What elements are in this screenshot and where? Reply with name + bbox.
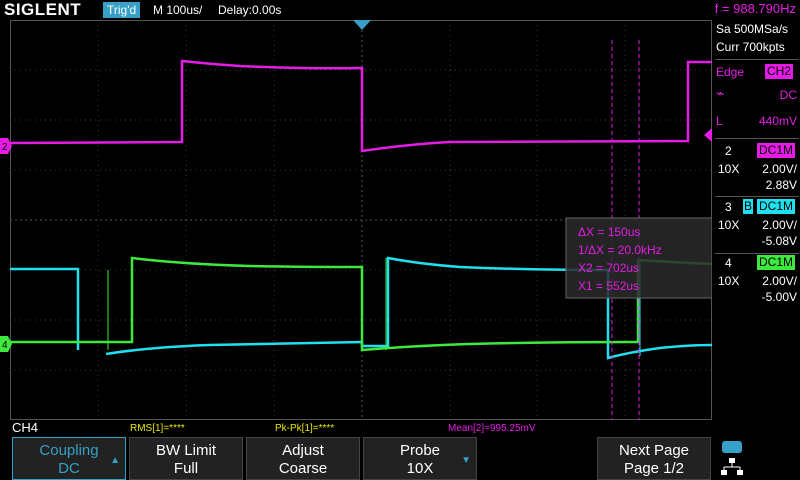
timebase-readout[interactable]: M 100us/ [153,2,202,18]
trigger-level-label: L [716,114,723,128]
measure-rms: RMS[1]=**** [130,423,185,434]
ch4-marker[interactable]: 4 [0,336,12,352]
measure-pkpk: Pk-Pk[1]=**** [275,423,335,434]
bw-limit-button[interactable]: BW Limit Full [129,437,243,480]
trigger-edge-icon: ⌁ [716,85,725,101]
menu-channel-label: CH4 [12,420,39,435]
brand-logo: SIGLENT [4,0,82,19]
ch4-coupling: DC1M [757,255,796,270]
top-status-bar: SIGLENT Trig'd M 100us/ Delay:0.00s f = … [0,0,800,20]
chevron-down-icon: ▼ [461,455,471,466]
cursor-x1-value: X1 = 552us [578,279,639,293]
trigger-coupling: DC [779,88,797,102]
network-icon [721,458,743,475]
ch3-coupling: DC1M [757,199,796,214]
ch2-marker[interactable]: 2 [0,138,12,154]
ch3-scale: 2.00V/ [762,218,797,232]
waveform-display[interactable]: ΔX = 150us 1/ΔX = 20.0kHz X2 = 702us X1 … [10,20,712,420]
cursor-inv-dx: 1/ΔX = 20.0kHz [578,243,662,257]
softkey-menu: Coupling DC ▲ BW Limit Full Adjust Coarse P… [0,437,800,480]
ch4-probe: 10X [718,274,740,288]
sample-rate: Sa 500MSa/s [716,22,789,36]
ch2-offset: 2.88V [765,178,797,192]
probe-button[interactable]: Probe 10X ▼ [363,437,477,480]
delay-readout[interactable]: Delay:0.00s [218,2,281,18]
adjust-button[interactable]: Adjust Coarse [246,437,360,480]
cursor-x2-value: X2 = 702us [578,261,639,275]
battery-icon [722,441,742,453]
cursor-dx: ΔX = 150us [578,225,640,239]
coupling-button[interactable]: Coupling DC ▲ [12,437,126,480]
ch3-bw-badge: B [743,199,754,214]
svg-text:4: 4 [2,340,8,351]
chevron-up-icon: ▲ [110,455,120,466]
ch4-number: 4 [725,256,732,270]
ch3-offset: -5.08V [761,234,797,248]
trigger-level-value: 440mV [758,114,797,128]
frequency-readout: f = 988.790Hz [714,1,796,16]
trigger-status-badge: Trig'd [103,2,141,18]
ch2-coupling: DC1M [757,143,796,158]
ch2-number: 2 [725,144,732,158]
right-info-panel: Sa 500MSa/s Curr 700kpts Edge CH2 ⌁ DC L… [713,20,800,420]
trigger-type[interactable]: Edge [716,65,744,79]
measurement-bar: CH4 RMS[1]=**** Pk-Pk[1]=**** Mean[2]=99… [0,420,800,436]
ch4-offset: -5.00V [761,290,797,304]
ch4-scale: 2.00V/ [762,274,797,288]
ch2-scale: 2.00V/ [762,162,797,176]
measure-mean: Mean[2]=995.25mV [448,423,536,434]
next-page-button[interactable]: Next Page Page 1/2 [597,437,711,480]
trigger-source[interactable]: CH2 [765,64,794,79]
cursor-readout-box: ΔX = 150us 1/ΔX = 20.0kHz X2 = 702us X1 … [565,217,712,299]
memory-depth: Curr 700kpts [716,40,785,54]
ch3-number: 3 [725,200,732,214]
ch2-probe: 10X [718,162,740,176]
ch3-probe: 10X [718,218,740,232]
svg-text:2: 2 [2,142,8,153]
